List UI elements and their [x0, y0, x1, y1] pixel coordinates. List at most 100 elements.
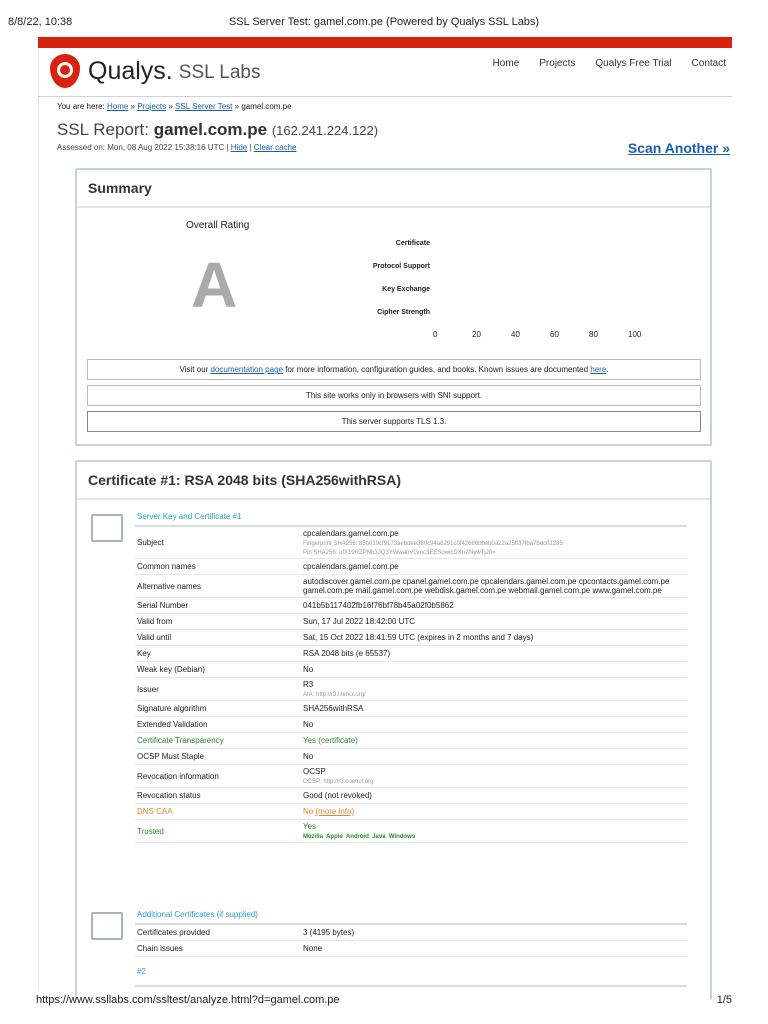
- sni-notice: This site works only in browsers with SN…: [87, 385, 701, 406]
- nav-free-trial[interactable]: Qualys Free Trial: [595, 58, 671, 69]
- cert-2-label: #2: [137, 966, 146, 976]
- print-title: SSL Server Test: gamel.com.pe (Powered b…: [228, 16, 540, 28]
- documentation-link[interactable]: documentation page: [210, 365, 283, 374]
- overall-rating-label: Overall Rating: [186, 220, 250, 231]
- row-key: Issuer: [137, 684, 159, 694]
- breadcrumb-home[interactable]: Home: [107, 102, 128, 111]
- nav-contact[interactable]: Contact: [692, 58, 726, 69]
- title-label: SSL Report:: [57, 120, 149, 139]
- table-row: Serial Number 041b5b117402fb16f76bf78b45a…: [135, 598, 687, 614]
- ocsp-url: OCSP: http://r3.o.lencr.org: [303, 779, 374, 785]
- page-title: SSL Report: gamel.com.pe (162.241.224.12…: [57, 120, 378, 140]
- table-row: Issuer R3 AIA: http://r3.i.lencr.org/: [135, 678, 687, 701]
- nav-home[interactable]: Home: [493, 58, 520, 69]
- documentation-notice: Visit our documentation page for more in…: [87, 359, 701, 380]
- brand-bar: [38, 37, 732, 48]
- row-key: Weak key (Debian): [137, 665, 205, 674]
- summary-title: Summary: [77, 170, 710, 208]
- table-row: DNS CAA No (more info): [135, 804, 687, 820]
- table-row: Subject cpcalendars.gamel.com.pe Fingerpr…: [135, 527, 687, 559]
- trust-stores: Mozilla Apple Android Java Windows: [303, 834, 416, 840]
- print-page: 1/5: [716, 994, 732, 1006]
- row-key: Certificate Transparency: [137, 736, 224, 745]
- breadcrumb-prefix: You are here:: [57, 102, 105, 111]
- logo-brand: Qualys.: [88, 56, 173, 85]
- row-key: Chain issues: [137, 944, 183, 953]
- breadcrumb-projects[interactable]: Projects: [137, 102, 166, 111]
- table-row: Key RSA 2048 bits (e 65537): [135, 646, 687, 662]
- row-key: Trusted: [137, 826, 164, 836]
- table-row: Certificate Transparency Yes (certificate…: [135, 733, 687, 749]
- row-key: Extended Validation: [137, 720, 208, 729]
- breadcrumb-current: gamel.com.pe: [241, 102, 292, 111]
- title-ip: (162.241.224.122): [271, 123, 379, 138]
- row-value: Good (not revoked): [303, 791, 372, 800]
- certificate-icon: [91, 514, 123, 542]
- nav-projects[interactable]: Projects: [539, 58, 575, 69]
- table-row: Trusted Yes Mozilla Apple Android Java Wi…: [135, 820, 687, 843]
- tick: 100: [628, 330, 642, 339]
- notice-text: .: [606, 365, 609, 374]
- row-value: None: [303, 944, 323, 953]
- cert-2-header: #2: [135, 957, 687, 987]
- known-issues-link[interactable]: here: [590, 365, 606, 374]
- certificate-title: Certificate #1: RSA 2048 bits (SHA256wit…: [77, 462, 710, 500]
- qualys-shield-icon: [50, 54, 80, 88]
- tick: 0: [433, 330, 438, 339]
- issuer-aia: AIA: http://r3.i.lencr.org/: [303, 692, 366, 698]
- tick: 40: [511, 330, 520, 339]
- tls13-notice: This server supports TLS 1.3.: [87, 411, 701, 432]
- row-value: Sat, 15 Oct 2022 18:41:59 UTC (expires i…: [303, 633, 534, 642]
- table-row: Signature algorithm SHA256withRSA: [135, 701, 687, 717]
- breadcrumb: You are here: Home » Projects » SSL Serv…: [57, 102, 292, 111]
- row-value: Sun, 17 Jul 2022 18:42:00 UTC: [303, 617, 416, 626]
- row-key: Valid until: [137, 633, 172, 642]
- row-value: No: [303, 807, 314, 816]
- row-value: No: [303, 752, 314, 761]
- row-value: No: [303, 720, 314, 729]
- tick: 80: [589, 330, 598, 339]
- row-value: 3 (4195 bytes): [303, 928, 355, 937]
- breadcrumb-ssl-test[interactable]: SSL Server Test: [175, 102, 232, 111]
- rating-axis: 0 20 40 60 80 100: [433, 330, 667, 339]
- category-cipher-strength: Cipher Strength: [377, 309, 430, 316]
- section-header: Additional Certificates (if supplied): [135, 906, 687, 925]
- certificate-panel: Certificate #1: RSA 2048 bits (SHA256wit…: [75, 460, 712, 1000]
- notice-text: for more information, configuration guid…: [285, 365, 589, 374]
- hide-link[interactable]: Hide: [231, 143, 247, 152]
- row-key: Certificates provided: [137, 928, 210, 937]
- scan-another-link[interactable]: Scan Another »: [628, 140, 730, 156]
- row-value: cpcalendars.gamel.com.pe: [303, 562, 399, 571]
- row-value: RSA 2048 bits (e 65537): [303, 649, 391, 658]
- overall-grade: A: [191, 249, 238, 321]
- row-value: SHA256withRSA: [303, 704, 364, 713]
- assessed-label: Assessed on:: [57, 143, 106, 152]
- table-row: Chain issues None: [135, 941, 687, 957]
- table-row: Extended Validation No: [135, 717, 687, 733]
- fingerprint: Fingerprint SHA256: 85b019cf9173aebdee38…: [303, 541, 563, 547]
- table-row: Revocation information OCSP OCSP: http://…: [135, 765, 687, 788]
- logo[interactable]: Qualys. SSL Labs: [50, 54, 260, 88]
- row-key: Common names: [137, 562, 196, 571]
- table-row: Common names cpcalendars.gamel.com.pe: [135, 559, 687, 575]
- row-value: Yes: [303, 822, 317, 831]
- tick: 60: [550, 330, 559, 339]
- tick: 20: [472, 330, 481, 339]
- rating-categories: Certificate Protocol Support Key Exchang…: [327, 240, 430, 332]
- more-info-link[interactable]: (more info): [315, 807, 354, 816]
- row-key: Revocation status: [137, 791, 201, 800]
- table-row: Valid from Sun, 17 Jul 2022 18:42:00 UTC: [135, 614, 687, 630]
- additional-certificates-section: Additional Certificates (if supplied) Ce…: [135, 906, 687, 987]
- section-header: Server Key and Certificate #1: [135, 508, 687, 527]
- clear-cache-link[interactable]: Clear cache: [254, 143, 297, 152]
- row-key: Subject: [137, 538, 164, 547]
- row-value: OCSP: [303, 767, 326, 776]
- table-row: Revocation status Good (not revoked): [135, 788, 687, 804]
- row-value: R3: [303, 680, 314, 689]
- row-key: Revocation information: [137, 771, 219, 781]
- logo-product: SSL Labs: [178, 62, 261, 83]
- print-url: https://www.ssllabs.com/ssltest/analyze.…: [36, 994, 340, 1006]
- row-key: Alternative names: [137, 581, 202, 591]
- table-row: Alternative names autodiscover.gamel.com.…: [135, 575, 687, 598]
- row-key: DNS CAA: [137, 807, 173, 816]
